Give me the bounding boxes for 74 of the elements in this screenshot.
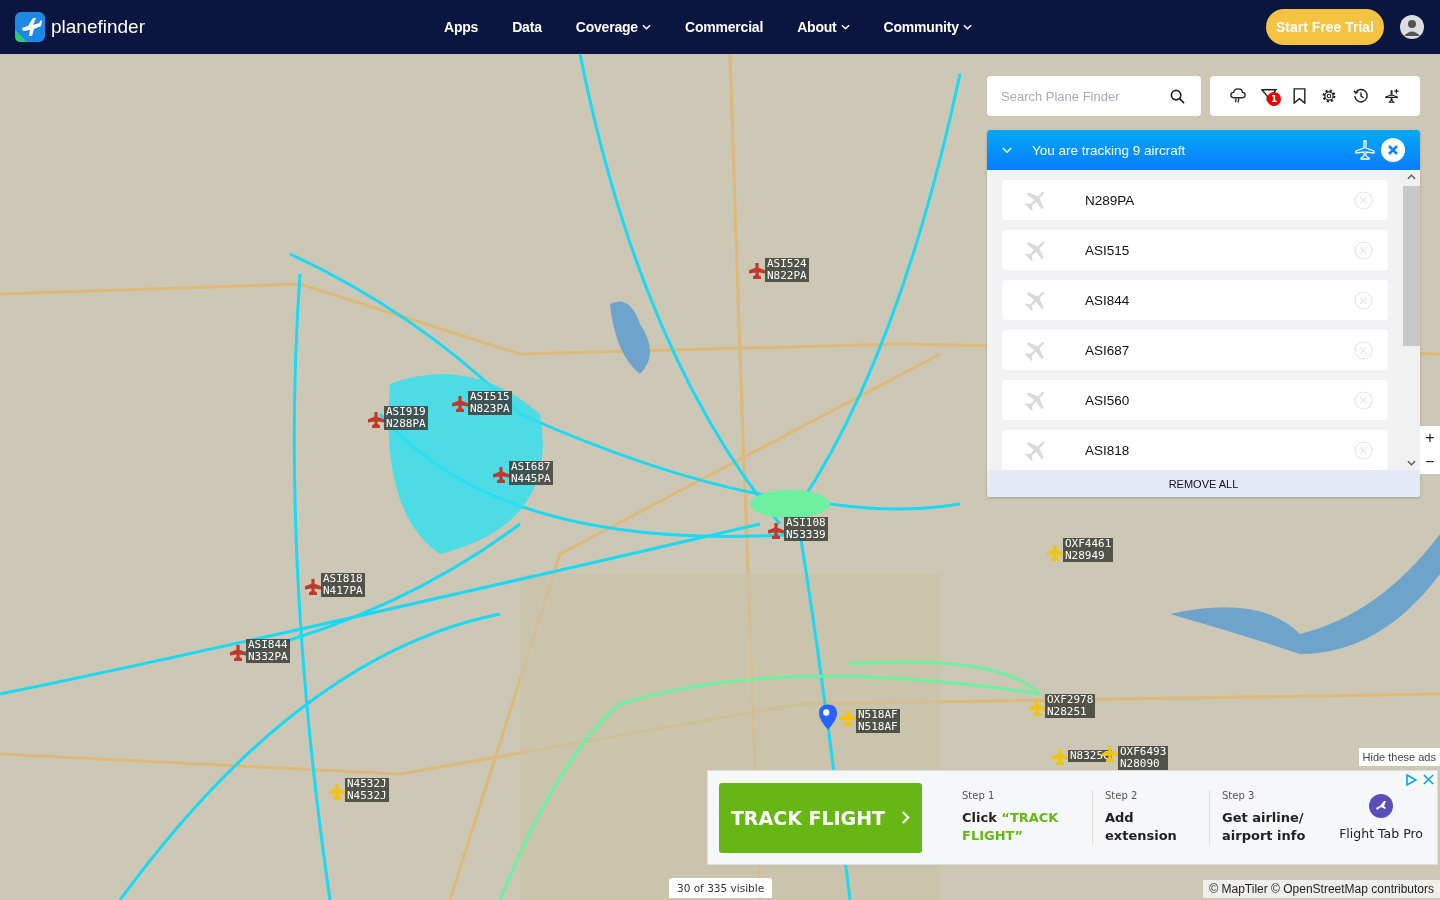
airplane-logo-icon — [1369, 794, 1394, 818]
brand-name[interactable]: planefinder — [51, 16, 146, 38]
step-label: Step 3 — [1222, 790, 1256, 801]
search-field[interactable]: Search Plane Finder — [987, 76, 1201, 116]
remove-all-button[interactable]: REMOVE ALL — [987, 470, 1420, 497]
history-icon[interactable] — [1352, 88, 1369, 104]
step-text: Add extension — [1105, 809, 1178, 845]
close-icon[interactable] — [1381, 138, 1405, 162]
aircraft-callsign: ASI687 — [1085, 342, 1131, 358]
nav-link[interactable]: Coverage — [575, 19, 651, 35]
avatar-icon[interactable] — [1400, 15, 1424, 39]
chevron-icon — [901, 810, 911, 825]
nav-link[interactable]: Data — [512, 19, 542, 35]
caret-icon[interactable] — [840, 24, 850, 30]
airplane-icon[interactable] — [493, 467, 509, 483]
aircraft-label[interactable]: ASI818 N417PA — [321, 573, 365, 597]
visible-count: 30 of 335 visible — [669, 878, 773, 898]
aircraft-label[interactable]: N4532J N4532J — [345, 778, 389, 802]
airplane-icon[interactable] — [768, 523, 784, 539]
aircraft-label[interactable]: ASI919 N288PA — [384, 406, 428, 430]
airplane-icon[interactable] — [230, 645, 246, 661]
add-airplane-icon[interactable] — [1384, 88, 1401, 104]
aircraft-label[interactable]: ASI515 N823PA — [468, 391, 512, 415]
location-pin-icon — [819, 704, 837, 730]
tracked-aircraft-item[interactable]: ASI844 — [1002, 280, 1388, 320]
airplane-icon[interactable] — [305, 579, 321, 595]
nav-link[interactable]: Community — [883, 19, 972, 35]
aircraft-label[interactable]: ASI108 N53339 — [784, 517, 828, 541]
tracked-aircraft-item[interactable]: ASI687 — [1002, 330, 1388, 370]
step-text: Get airline/ airport info — [1222, 809, 1307, 845]
aircraft-callsign: ASI818 — [1085, 442, 1131, 458]
nav-link[interactable]: About — [797, 19, 850, 35]
nav-link[interactable]: Apps — [444, 19, 479, 35]
cloud-icon[interactable] — [1229, 88, 1246, 104]
aircraft-label[interactable]: OXF2978 N28251 — [1045, 694, 1096, 718]
nav-link[interactable]: Commercial — [684, 19, 764, 35]
airplane-icon[interactable] — [749, 263, 765, 279]
ad-choices-icon[interactable] — [1405, 774, 1417, 786]
settings-icon[interactable] — [1321, 88, 1338, 104]
aircraft-label[interactable]: OXF6493 N28090 — [1118, 746, 1169, 770]
map-attribution: © MapTiler © OpenStreetMap contributors — [1203, 880, 1440, 898]
close-icon[interactable] — [1423, 774, 1434, 785]
collapse-chevron-icon[interactable] — [1002, 146, 1012, 154]
tracked-aircraft-item[interactable]: N289PA — [1002, 180, 1388, 220]
ad-brand-name[interactable]: Flight Tab Pro — [1339, 826, 1423, 841]
bookmark-icon[interactable] — [1292, 88, 1306, 104]
airplane-icon[interactable] — [452, 396, 468, 412]
aircraft-callsign: N289PA — [1085, 192, 1136, 208]
tracked-aircraft-item[interactable]: ASI515 — [1002, 230, 1388, 270]
scroll-up-icon[interactable] — [1407, 174, 1416, 180]
tracked-aircraft-item[interactable]: ASI560 — [1002, 380, 1388, 420]
aircraft-callsign: ASI560 — [1085, 392, 1131, 408]
aircraft-label[interactable]: ASI844 N332PA — [246, 639, 290, 663]
hide-ads-button[interactable]: Hide these ads — [1358, 748, 1440, 766]
aircraft-label[interactable]: ASI687 N445PA — [509, 461, 553, 485]
search-icon[interactable] — [1170, 89, 1185, 104]
aircraft-callsign: ASI844 — [1085, 292, 1131, 308]
tracking-title: You are tracking 9 aircraft — [1032, 142, 1187, 158]
airplane-outline-icon[interactable] — [1355, 140, 1375, 160]
airplane-icon[interactable] — [368, 412, 384, 428]
aircraft-callsign: ASI515 — [1085, 242, 1131, 258]
step-label: Step 1 — [962, 790, 996, 801]
caret-icon[interactable] — [962, 24, 972, 30]
step-label: Step 2 — [1105, 790, 1139, 801]
aircraft-label[interactable]: N518AF N518AF — [856, 709, 900, 733]
caret-icon[interactable] — [641, 24, 651, 30]
logo-icon[interactable] — [15, 12, 45, 42]
aircraft-label[interactable]: ASI524 N822PA — [765, 258, 809, 282]
tracked-aircraft-item[interactable]: ASI818 — [1002, 430, 1388, 470]
step-text: Click “TRACK FLIGHT” — [962, 809, 1060, 845]
filter-count-badge: 1 — [1267, 92, 1282, 106]
scrollbar[interactable] — [1403, 170, 1420, 470]
aircraft-label[interactable]: OXF4461 N28949 — [1063, 538, 1114, 562]
scroll-down-icon[interactable] — [1407, 460, 1416, 466]
